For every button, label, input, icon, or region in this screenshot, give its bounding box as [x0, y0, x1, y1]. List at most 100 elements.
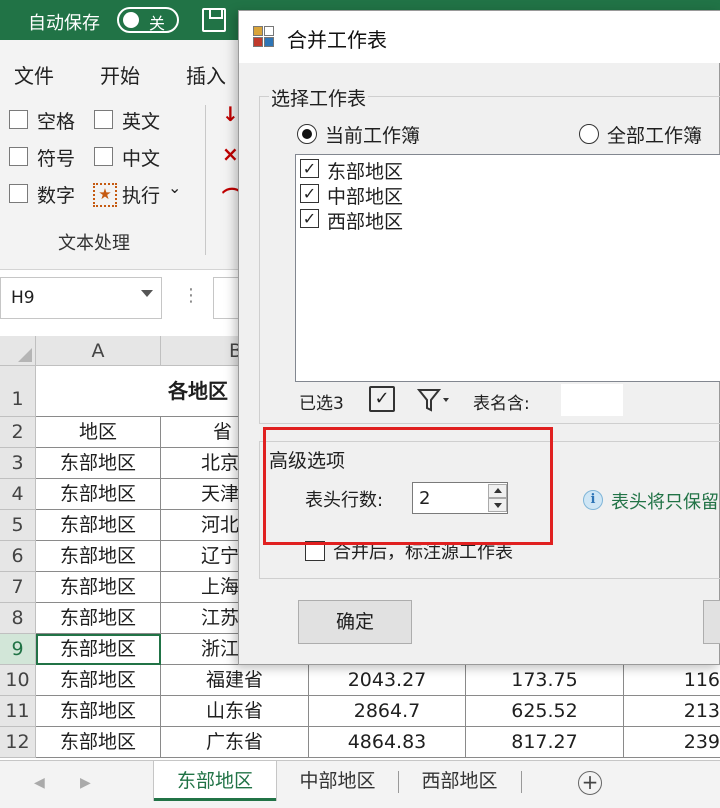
english-checkbox[interactable] [94, 110, 113, 129]
all-workbooks-label[interactable]: 全部工作簿 [607, 121, 702, 148]
dialog-title-bar[interactable]: 合并工作表 [239, 11, 720, 63]
row-header[interactable]: 2 [0, 417, 36, 448]
table-cell[interactable]: 817.27 [466, 727, 624, 758]
all-workbooks-radio[interactable] [579, 124, 599, 144]
insert-icon[interactable]: ↓ [222, 102, 239, 126]
table-cell[interactable]: 625.52 [466, 696, 624, 727]
check-all-icon[interactable]: ✓ [369, 386, 395, 412]
chevron-down-icon[interactable] [141, 290, 153, 297]
info-icon: i [583, 490, 603, 510]
row-header[interactable]: 6 [0, 541, 36, 572]
cancel-button[interactable] [703, 600, 720, 644]
sheet-tab-central[interactable]: 中部地区 [280, 761, 395, 801]
table-cell[interactable]: 东部地区 [36, 572, 161, 603]
table-cell[interactable]: 东部地区 [36, 727, 161, 758]
execute-button[interactable]: 执行 [122, 181, 160, 208]
sheet-tab-east[interactable]: 东部地区 [154, 761, 276, 801]
current-workbook-label[interactable]: 当前工作簿 [325, 121, 420, 148]
tab-separator [521, 771, 522, 793]
table-cell[interactable]: 116 [624, 665, 720, 696]
row-header[interactable]: 1 [0, 366, 36, 417]
name-contains-label: 表名含: [473, 394, 530, 414]
sheet-tab-west[interactable]: 西部地区 [402, 761, 517, 801]
tab-separator [398, 771, 399, 793]
table-cell[interactable]: 2043.27 [309, 665, 466, 696]
add-sheet-icon[interactable]: + [578, 771, 602, 795]
delete-icon[interactable]: × [222, 142, 239, 166]
row-header[interactable]: 4 [0, 479, 36, 510]
space-checkbox[interactable] [9, 110, 28, 129]
select-sheets-group-label: 选择工作表 [269, 84, 369, 111]
row-header[interactable]: 3 [0, 448, 36, 479]
toggle-text: 关 [149, 14, 166, 33]
sheet-checkbox-checked[interactable]: ✓ [300, 184, 319, 203]
english-label: 英文 [122, 111, 161, 133]
table-cell[interactable]: 东部地区 [36, 696, 161, 727]
row-header[interactable]: 8 [0, 603, 36, 634]
group-divider [205, 105, 206, 255]
dialog-title: 合并工作表 [287, 28, 387, 52]
space-label: 空格 [37, 111, 76, 133]
table-cell[interactable]: 4864.83 [309, 727, 466, 758]
current-workbook-radio[interactable] [297, 124, 317, 144]
ok-button[interactable]: 确定 [298, 600, 412, 644]
table-cell[interactable]: 东部地区 [36, 603, 161, 634]
save-icon[interactable] [202, 8, 226, 32]
toggle-knob [123, 12, 139, 28]
tab-insert[interactable]: 插入 [186, 60, 226, 89]
table-cell[interactable]: 213 [624, 696, 720, 727]
table-cell[interactable]: 东部地区 [36, 448, 161, 479]
filter-icon[interactable] [415, 386, 453, 414]
table-cell[interactable]: 山东省 [161, 696, 309, 727]
chinese-checkbox[interactable] [94, 147, 113, 166]
sheet-checkbox-checked[interactable]: ✓ [300, 159, 319, 178]
table-cell-active-row[interactable]: 东部地区 [36, 634, 161, 665]
row-header[interactable]: 7 [0, 572, 36, 603]
number-label: 数字 [37, 185, 76, 207]
column-header-a[interactable]: A [36, 336, 161, 366]
symbol-label: 符号 [37, 148, 76, 170]
next-sheet-icon[interactable]: ▶ [80, 775, 91, 791]
tab-home[interactable]: 开始 [100, 60, 140, 89]
table-cell[interactable]: 东部地区 [36, 510, 161, 541]
sheet-name: 西部地区 [327, 211, 404, 233]
autosave-label: 自动保存 [28, 13, 100, 34]
row-header[interactable]: 12 [0, 727, 36, 758]
symbol-checkbox[interactable] [9, 147, 28, 166]
info-text: 表头将只保留 [611, 492, 719, 513]
prev-sheet-icon[interactable]: ◀ [34, 775, 45, 791]
sheet-list[interactable]: ✓ 东部地区 ✓ 中部地区 ✓ 西部地区 [295, 154, 720, 382]
selected-count: 已选3 [299, 394, 344, 414]
table-cell[interactable]: 东部地区 [36, 665, 161, 696]
name-box-value: H9 [11, 288, 35, 308]
row-header[interactable]: 10 [0, 665, 36, 696]
execute-icon[interactable]: ★ [93, 183, 117, 207]
table-cell[interactable]: 广东省 [161, 727, 309, 758]
table-cell[interactable]: 173.75 [466, 665, 624, 696]
autosave-toggle[interactable]: 关 [117, 7, 179, 33]
chevron-down-icon[interactable]: ⌄ [168, 178, 181, 197]
row-header-selected[interactable]: 9 [0, 634, 36, 665]
name-box[interactable]: H9 [0, 277, 162, 319]
table-cell[interactable]: 福建省 [161, 665, 309, 696]
text-processing-group-label: 文本处理 [58, 233, 130, 254]
chinese-label: 中文 [122, 148, 161, 170]
sheet-name: 东部地区 [327, 161, 404, 183]
merge-sheets-dialog: 合并工作表 选择工作表 当前工作簿 全部工作簿 ✓ 东部地区 ✓ 中部地区 ✓ … [238, 10, 720, 665]
header-cell-region[interactable]: 地区 [36, 417, 161, 448]
sheet-name: 中部地区 [327, 186, 404, 208]
table-cell[interactable]: 东部地区 [36, 541, 161, 572]
name-contains-input[interactable] [561, 384, 623, 416]
more-icon: ⋮ [182, 285, 200, 306]
table-cell[interactable]: 239 [624, 727, 720, 758]
tab-file[interactable]: 文件 [14, 60, 54, 89]
merge-app-icon [253, 26, 275, 48]
number-checkbox[interactable] [9, 184, 28, 203]
table-cell[interactable]: 东部地区 [36, 479, 161, 510]
row-header[interactable]: 11 [0, 696, 36, 727]
highlight-box [263, 427, 553, 545]
select-all-corner[interactable] [0, 336, 36, 366]
table-cell[interactable]: 2864.7 [309, 696, 466, 727]
sheet-checkbox-checked[interactable]: ✓ [300, 209, 319, 228]
row-header[interactable]: 5 [0, 510, 36, 541]
